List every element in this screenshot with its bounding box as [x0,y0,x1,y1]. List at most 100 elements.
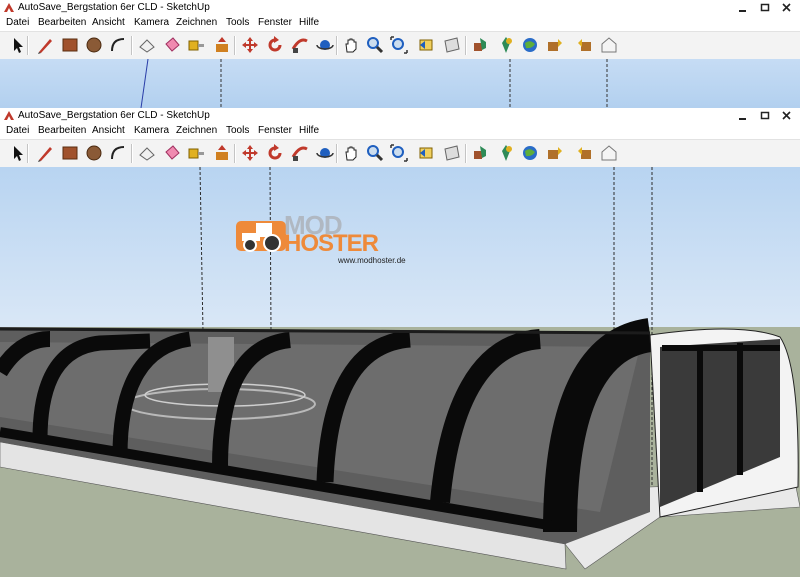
rotate-tool-button[interactable] [265,35,285,55]
menu-fenster[interactable]: Fenster [258,124,292,138]
pan-tool-button[interactable] [341,35,361,55]
minimize-button[interactable] [732,109,754,122]
section-tool-button[interactable] [442,143,462,163]
previous-view-tool-button[interactable] [416,143,436,163]
drawing-area[interactable]: MOD HOSTER www.modhoster.de [0,167,800,577]
select-tool-button[interactable] [8,35,28,55]
move-tool-button[interactable] [240,35,260,55]
add-location-tool-button[interactable] [496,143,516,163]
components-tool-button[interactable] [470,35,490,55]
pan-icon [345,146,357,161]
zoom-tool-button[interactable] [365,143,385,163]
push-pull-tool-button[interactable] [212,35,232,55]
google-earth-tool-button[interactable] [520,143,540,163]
menu-tools[interactable]: Tools [226,16,249,30]
menu-hilfe[interactable]: Hilfe [299,124,319,138]
paint-bucket-tool-button[interactable] [162,35,182,55]
rectangle-icon [62,38,78,52]
menu-datei[interactable]: Datei [6,16,29,30]
pencil-tool-button[interactable] [35,35,55,55]
arc-tool-button[interactable] [108,35,128,55]
google-earth-icon [523,38,537,52]
follow-me-tool-button[interactable] [290,143,310,163]
menu-kamera[interactable]: Kamera [134,124,169,138]
eraser-tool-button[interactable] [137,143,157,163]
paint-bucket-tool-button[interactable] [162,143,182,163]
arc-tool-button[interactable] [108,143,128,163]
google-earth-tool-button[interactable] [520,35,540,55]
tape-measure-icon [188,148,204,159]
menu-kamera[interactable]: Kamera [134,16,169,30]
zoom-icon [367,145,384,162]
rectangle-tool-button[interactable] [60,35,80,55]
menu-ansicht[interactable]: Ansicht [92,16,125,30]
minimize-button[interactable] [732,1,754,14]
title-bar[interactable]: AutoSave_Bergstation 6er CLD - SketchUp [0,0,800,16]
menu-tools[interactable]: Tools [226,124,249,138]
pencil-icon [38,147,52,162]
maximize-button[interactable] [754,1,776,14]
menu-bearbeiten[interactable]: Bearbeiten [38,124,86,138]
rotate-tool-button[interactable] [265,143,285,163]
eraser-icon [139,39,155,53]
follow-me-tool-button[interactable] [290,35,310,55]
circle-icon [86,145,102,161]
get-models-icon [548,39,562,51]
select-tool-button[interactable] [8,143,28,163]
section-tool-button[interactable] [442,35,462,55]
close-button[interactable] [776,109,798,122]
orbit-tool-button[interactable] [315,35,335,55]
main-toolbar [0,31,800,60]
close-button[interactable] [776,1,798,14]
get-models-icon [548,147,562,159]
share-model-tool-button[interactable] [575,35,595,55]
main-toolbar [0,139,800,168]
select-icon [14,146,23,161]
orbit-tool-button[interactable] [315,143,335,163]
menu-zeichnen[interactable]: Zeichnen [176,16,217,30]
circle-tool-button[interactable] [84,35,104,55]
menu-ansicht[interactable]: Ansicht [92,124,125,138]
eraser-tool-button[interactable] [137,35,157,55]
maximize-button[interactable] [754,109,776,122]
previous-view-tool-button[interactable] [416,35,436,55]
section-icon [444,37,460,53]
get-models-tool-button[interactable] [545,35,565,55]
components-tool-button[interactable] [470,143,490,163]
zoom-tool-button[interactable] [365,35,385,55]
warehouse-tool-button[interactable] [599,35,619,55]
warehouse-icon [601,145,617,161]
tractor-logo-icon [236,221,286,252]
circle-tool-button[interactable] [84,143,104,163]
rectangle-tool-button[interactable] [60,143,80,163]
push-pull-tool-button[interactable] [212,143,232,163]
tape-measure-tool-button[interactable] [186,35,206,55]
select-icon [14,38,23,53]
maximize-icon [760,111,770,120]
share-model-tool-button[interactable] [575,143,595,163]
warehouse-tool-button[interactable] [599,143,619,163]
tape-measure-icon [188,40,204,51]
menu-zeichnen[interactable]: Zeichnen [176,124,217,138]
menu-fenster[interactable]: Fenster [258,16,292,30]
get-models-tool-button[interactable] [545,143,565,163]
drawing-area[interactable] [0,59,800,108]
move-tool-button[interactable] [240,143,260,163]
menu-bearbeiten[interactable]: Bearbeiten [38,16,86,30]
menu-datei[interactable]: Datei [6,124,29,138]
menu-hilfe[interactable]: Hilfe [299,16,319,30]
toolbar-separator [131,144,133,163]
tape-measure-tool-button[interactable] [186,143,206,163]
pencil-tool-button[interactable] [35,143,55,163]
share-model-icon [578,147,591,159]
pan-icon [345,38,357,53]
title-bar[interactable]: AutoSave_Bergstation 6er CLD - SketchUp [0,108,800,124]
zoom-extents-tool-button[interactable] [389,143,409,163]
zoom-extents-icon [390,144,408,162]
add-location-tool-button[interactable] [496,35,516,55]
pan-tool-button[interactable] [341,143,361,163]
section-icon [444,145,460,161]
zoom-extents-tool-button[interactable] [389,35,409,55]
google-earth-icon [523,146,537,160]
follow-me-icon [291,146,308,161]
